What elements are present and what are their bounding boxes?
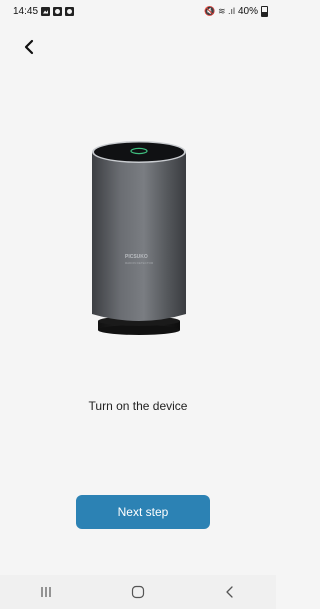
nav-recents-button[interactable] bbox=[26, 575, 66, 609]
home-icon bbox=[131, 585, 145, 599]
app-notification-icon bbox=[53, 6, 63, 16]
app-notification-icon-2 bbox=[65, 6, 75, 16]
status-bar: 14:45 🔇 ≋ .ıl 40% bbox=[0, 0, 276, 22]
instruction-text: Turn on the device bbox=[88, 399, 188, 413]
status-left: 14:45 bbox=[13, 5, 75, 17]
status-right: 🔇 ≋ .ıl 40% bbox=[204, 5, 268, 17]
device-subtitle-text: RADON DETECTOR bbox=[125, 261, 154, 265]
status-time: 14:45 bbox=[13, 5, 39, 17]
device-brand-text: PICSUKO bbox=[125, 254, 148, 260]
next-step-button[interactable]: Next step bbox=[76, 495, 210, 529]
battery-percent: 40% bbox=[237, 5, 258, 17]
recents-icon bbox=[41, 587, 51, 597]
nav-home-button[interactable] bbox=[118, 575, 158, 609]
gallery-notification-icon bbox=[41, 6, 51, 16]
battery-icon bbox=[261, 5, 268, 17]
back-button[interactable] bbox=[18, 36, 40, 58]
nav-back-button[interactable] bbox=[210, 575, 250, 609]
back-icon bbox=[226, 586, 233, 598]
device-image: PICSUKO RADON DETECTOR bbox=[92, 141, 186, 335]
chevron-left-icon bbox=[24, 39, 34, 55]
signal-indicators: 🔇 ≋ .ıl bbox=[204, 5, 235, 16]
system-nav-bar bbox=[0, 575, 276, 609]
